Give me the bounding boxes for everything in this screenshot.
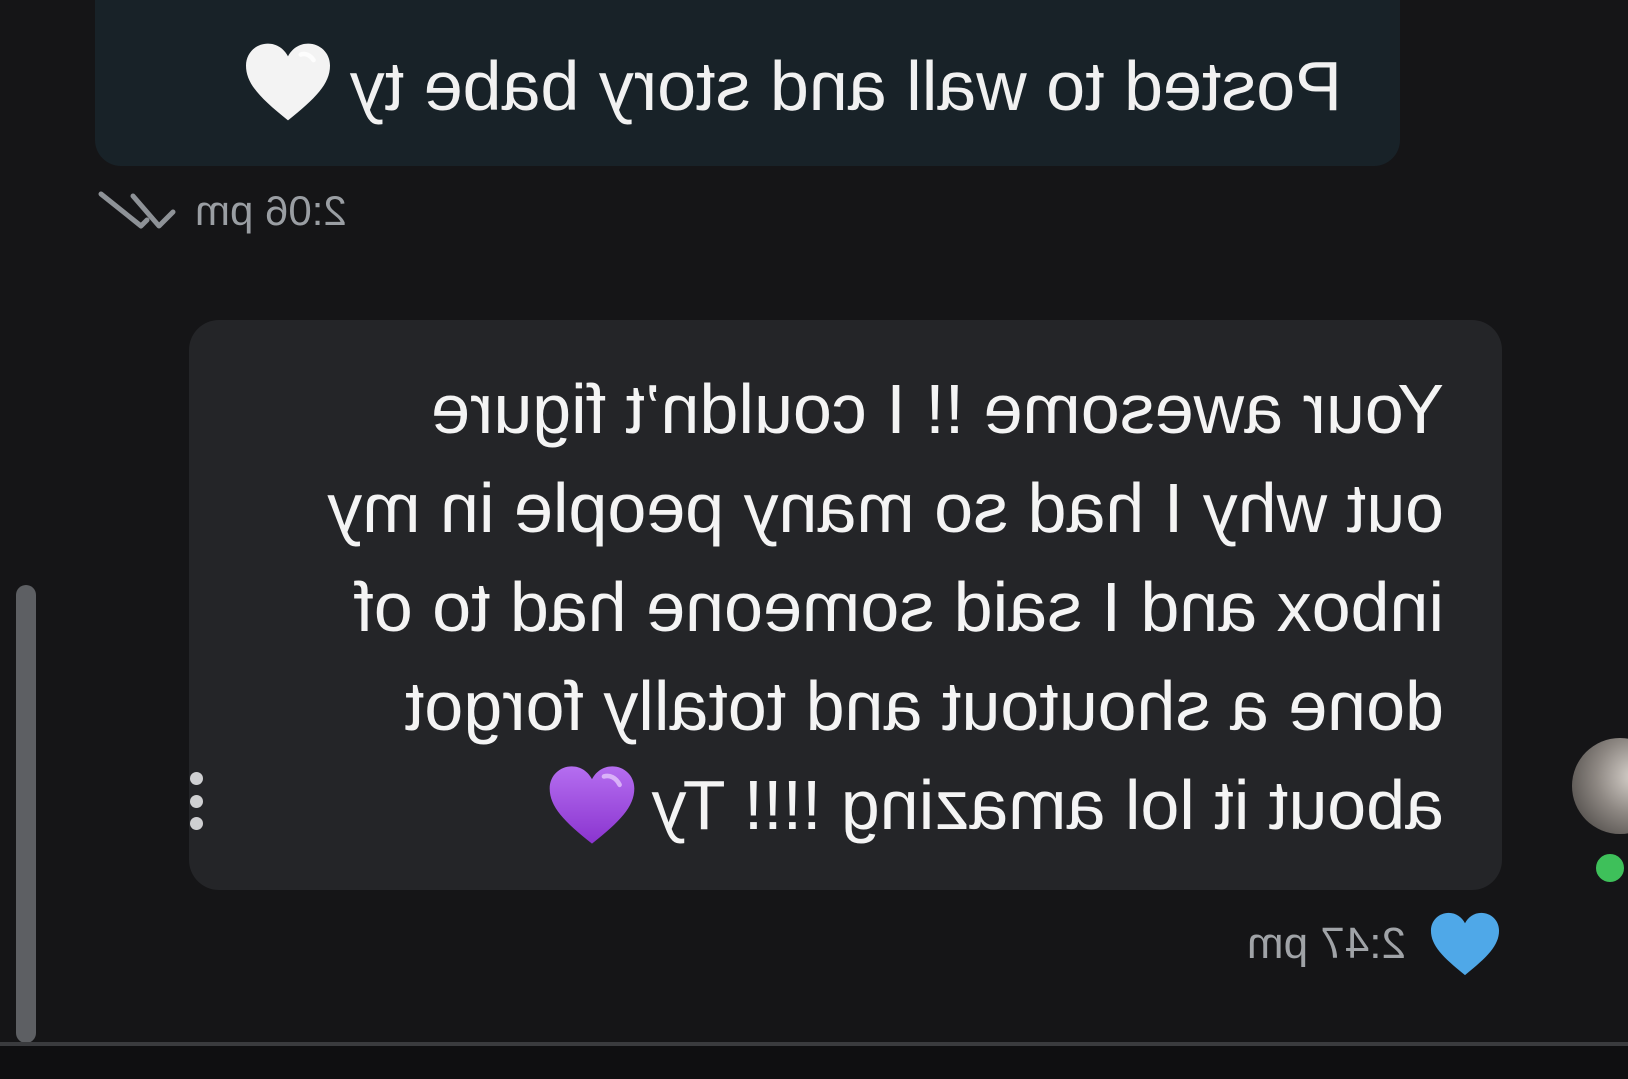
white-heart-icon (245, 43, 330, 121)
online-status-dot (1592, 850, 1628, 886)
incoming-message-line: inbox and I said someone had to of (354, 568, 1444, 646)
message-options-icon[interactable] (190, 772, 204, 830)
incoming-message-line: Your awesome !! I couldn’t figure (431, 370, 1444, 448)
purple-heart-icon (549, 765, 634, 844)
incoming-message-line: done a shoutout and totally forgot (404, 667, 1444, 745)
read-double-check-icon (98, 191, 176, 229)
incoming-message-line: about it lol amazing !!!! Ty (651, 766, 1444, 844)
composer-bar-edge (0, 1046, 1628, 1079)
avatar[interactable] (1572, 738, 1628, 834)
outgoing-timestamp: 2:06 pm (195, 187, 347, 234)
incoming-timestamp: 2:47 pm (1247, 919, 1406, 968)
incoming-message-bubble[interactable]: Your awesome !! I couldn’t figure out wh… (189, 320, 1502, 890)
chat-screen: Posted to wall and story babe ty 2:06 pm… (0, 0, 1628, 1079)
incoming-message-last-line: about it lol amazing !!!! Ty (247, 756, 1444, 855)
incoming-message-meta: 2:47 pm (1247, 906, 1502, 982)
outgoing-message-bubble[interactable]: Posted to wall and story babe ty (95, 0, 1400, 166)
incoming-message-line: out why I had so many people in my (327, 469, 1444, 547)
scrollbar[interactable] (16, 585, 36, 1043)
outgoing-message-text: Posted to wall and story babe ty (349, 47, 1342, 125)
blue-heart-reaction-icon[interactable] (1428, 909, 1502, 979)
outgoing-message-meta: 2:06 pm (95, 186, 347, 236)
